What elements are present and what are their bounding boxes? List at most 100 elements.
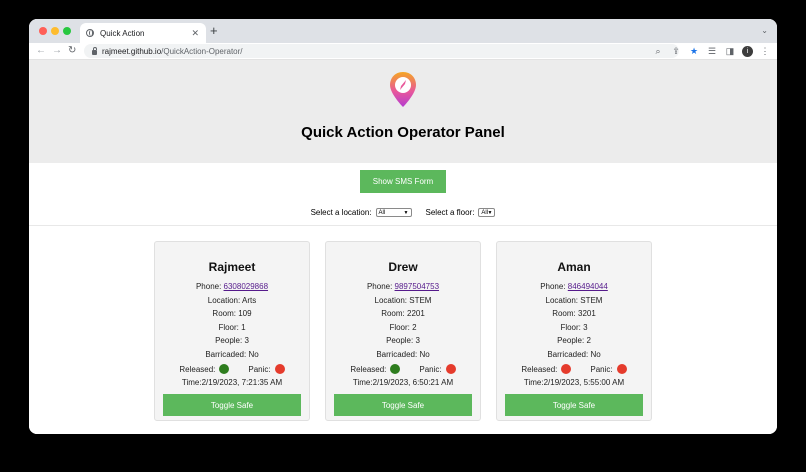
room-line: Room: 3201	[497, 309, 651, 318]
page-header: Quick Action Operator Panel	[29, 60, 777, 163]
responder-cards: Rajmeet Phone: 6308029868 Location: Arts…	[154, 241, 652, 421]
time-line: Time:2/19/2023, 6:50:21 AM	[326, 378, 480, 387]
floor-label: Floor:	[560, 323, 584, 332]
location-filter-label: Select a location:	[310, 208, 372, 217]
time-line: Time:2/19/2023, 7:21:35 AM	[155, 378, 309, 387]
browser-window: Quick Action ✕ + ⌄ ← → ↻ rajmeet.github.…	[29, 19, 777, 434]
responder-card: Aman Phone: 846494044 Location: STEM Roo…	[496, 241, 652, 421]
people-line: People: 2	[497, 336, 651, 345]
browser-toolbar: ← → ↻ rajmeet.github.io/QuickAction-Oper…	[29, 43, 777, 60]
time-line: Time:2/19/2023, 5:55:00 AM	[497, 378, 651, 387]
time-value: 2/19/2023, 7:21:35 AM	[201, 378, 283, 387]
filters: Select a location: All ▼ Select a floor:…	[29, 208, 777, 217]
released-label: Released:	[350, 364, 387, 374]
location-select[interactable]: All ▼	[375, 208, 412, 217]
browser-tab[interactable]: Quick Action ✕	[80, 23, 206, 43]
barricaded-value: No	[248, 350, 259, 359]
time-label: Time:	[181, 378, 202, 387]
phone-link[interactable]: 846494044	[568, 282, 608, 291]
close-tab-icon[interactable]: ✕	[191, 28, 199, 39]
sidebar-icon[interactable]: ◨	[724, 45, 736, 57]
location-value: Arts	[242, 296, 257, 305]
status-line: Released: Panic:	[326, 364, 480, 374]
room-label: Room:	[552, 309, 578, 318]
released-label: Released:	[179, 364, 216, 374]
controls-section: Show SMS Form Select a location: All ▼ S…	[29, 163, 777, 226]
reading-list-icon[interactable]: ☰	[706, 45, 718, 57]
location-label: Location:	[374, 296, 410, 305]
toolbar-icons: ⌕ ⇪ ★ ☰ ◨ i ⋮	[652, 45, 771, 57]
chevron-down-icon: ▼	[403, 210, 409, 216]
people-label: People:	[215, 336, 245, 345]
time-value: 2/19/2023, 5:55:00 AM	[543, 378, 625, 387]
floor-select[interactable]: All ▼	[478, 208, 496, 217]
floor-line: Floor: 3	[497, 323, 651, 332]
floor-label: Floor:	[218, 323, 242, 332]
barricaded-value: No	[590, 350, 601, 359]
globe-icon	[86, 29, 94, 37]
phone-link[interactable]: 9897504753	[395, 282, 440, 291]
location-line: Location: STEM	[326, 296, 480, 305]
room-value: 3201	[578, 309, 596, 318]
reload-icon[interactable]: ↻	[68, 45, 76, 57]
star-icon[interactable]: ★	[688, 45, 700, 57]
back-arrow-icon[interactable]: ←	[36, 45, 46, 57]
barricaded-label: Barricaded:	[376, 350, 420, 359]
lock-icon[interactable]	[92, 46, 97, 55]
barricaded-value: No	[419, 350, 430, 359]
chevron-down-icon[interactable]: ⌄	[761, 26, 768, 35]
new-tab-button[interactable]: +	[210, 24, 218, 38]
room-value: 109	[238, 309, 252, 318]
card-name: Aman	[557, 260, 591, 274]
address-bar[interactable]: rajmeet.github.io/QuickAction-Operator/	[84, 44, 679, 58]
panic-status-dot	[445, 364, 456, 374]
chevron-down-icon: ▼	[487, 210, 493, 216]
card-name: Drew	[388, 260, 418, 274]
people-value: 3	[244, 336, 249, 345]
toggle-safe-button[interactable]: Toggle Safe	[334, 394, 472, 416]
people-line: People: 3	[326, 336, 480, 345]
panic-label: Panic:	[419, 364, 442, 374]
floor-label: Floor:	[389, 323, 413, 332]
panic-label: Panic:	[248, 364, 271, 374]
floor-filter-label: Select a floor:	[425, 208, 475, 217]
show-sms-form-button[interactable]: Show SMS Form	[360, 170, 446, 193]
phone-link[interactable]: 6308029868	[224, 282, 269, 291]
responder-card: Drew Phone: 9897504753 Location: STEM Ro…	[325, 241, 481, 421]
phone-line: Phone: 6308029868	[155, 282, 309, 291]
floor-value: 1	[241, 323, 246, 332]
maximize-window-button[interactable]	[63, 27, 71, 35]
page-title: Quick Action Operator Panel	[301, 124, 505, 141]
avatar[interactable]: i	[742, 45, 753, 57]
floor-value: 3	[583, 323, 588, 332]
close-window-button[interactable]	[39, 27, 47, 35]
location-line: Location: Arts	[155, 296, 309, 305]
share-icon[interactable]: ⇪	[670, 45, 682, 57]
phone-label: Phone:	[366, 282, 395, 291]
page-content: Quick Action Operator Panel Show SMS For…	[29, 60, 777, 434]
room-line: Room: 2201	[326, 309, 480, 318]
floor-value: 2	[412, 323, 417, 332]
room-value: 2201	[407, 309, 425, 318]
location-line: Location: STEM	[497, 296, 651, 305]
barricaded-line: Barricaded: No	[155, 350, 309, 359]
people-value: 2	[586, 336, 591, 345]
more-menu-icon[interactable]: ⋮	[759, 45, 771, 57]
time-label: Time:	[352, 378, 373, 387]
search-icon[interactable]: ⌕	[652, 45, 664, 57]
room-label: Room:	[212, 309, 239, 318]
tab-title: Quick Action	[100, 28, 145, 38]
barricaded-line: Barricaded: No	[497, 350, 651, 359]
people-value: 3	[415, 336, 420, 345]
minimize-window-button[interactable]	[51, 27, 59, 35]
location-value: STEM	[409, 296, 432, 305]
toggle-safe-button[interactable]: Toggle Safe	[163, 394, 301, 416]
status-line: Released: Panic:	[497, 364, 651, 374]
location-pin-logo-icon	[390, 72, 416, 107]
forward-arrow-icon[interactable]: →	[52, 45, 62, 57]
room-line: Room: 109	[155, 309, 309, 318]
toggle-safe-button[interactable]: Toggle Safe	[505, 394, 643, 416]
barricaded-line: Barricaded: No	[326, 350, 480, 359]
panic-status-dot	[274, 364, 285, 374]
url-path: /QuickAction-Operator/	[161, 46, 243, 56]
